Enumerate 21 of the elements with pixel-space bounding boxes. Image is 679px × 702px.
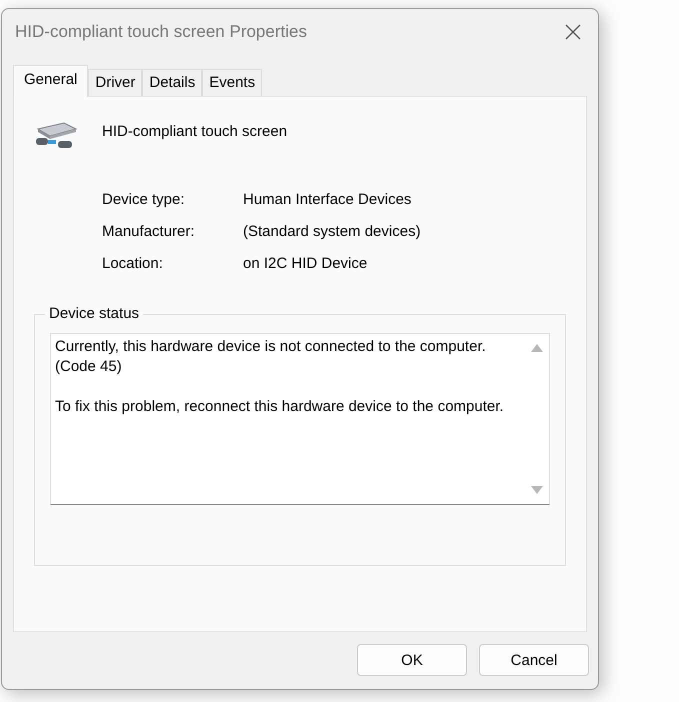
- device-name: HID-compliant touch screen: [102, 122, 288, 140]
- dialog-button[interactable]: OK: [357, 644, 467, 676]
- property-value: on I2C HID Device: [243, 255, 368, 272]
- tab[interactable]: Driver: [88, 69, 142, 96]
- scroll-up-icon[interactable]: [531, 344, 543, 352]
- property-label: Device type:: [102, 191, 186, 208]
- tab[interactable]: General: [13, 65, 88, 97]
- dialog-button[interactable]: Cancel: [479, 644, 589, 676]
- property-label: Manufacturer:: [102, 223, 196, 240]
- tab[interactable]: Details: [142, 69, 202, 96]
- property-value: (Standard system devices): [243, 223, 422, 240]
- status-message: Currently, this hardware device is not connected to the computer. (Code 45): [55, 337, 487, 377]
- status-message: To fix this problem, reconnect this hardware device to the computer.: [55, 397, 505, 417]
- close-icon[interactable]: [565, 24, 581, 40]
- scroll-down-icon[interactable]: [531, 486, 543, 494]
- window-title: HID-compliant touch screen Properties: [15, 22, 307, 42]
- status-text-box[interactable]: Currently, this hardware device is not connected to the computer. (Code 45) To fix this problem, reconnect this hardware device to the computer.: [50, 333, 550, 505]
- tab[interactable]: Events: [202, 69, 262, 96]
- touch-screen-device-icon: [34, 121, 78, 151]
- property-label: Location:: [102, 255, 164, 272]
- property-value: Human Interface Devices: [243, 191, 412, 208]
